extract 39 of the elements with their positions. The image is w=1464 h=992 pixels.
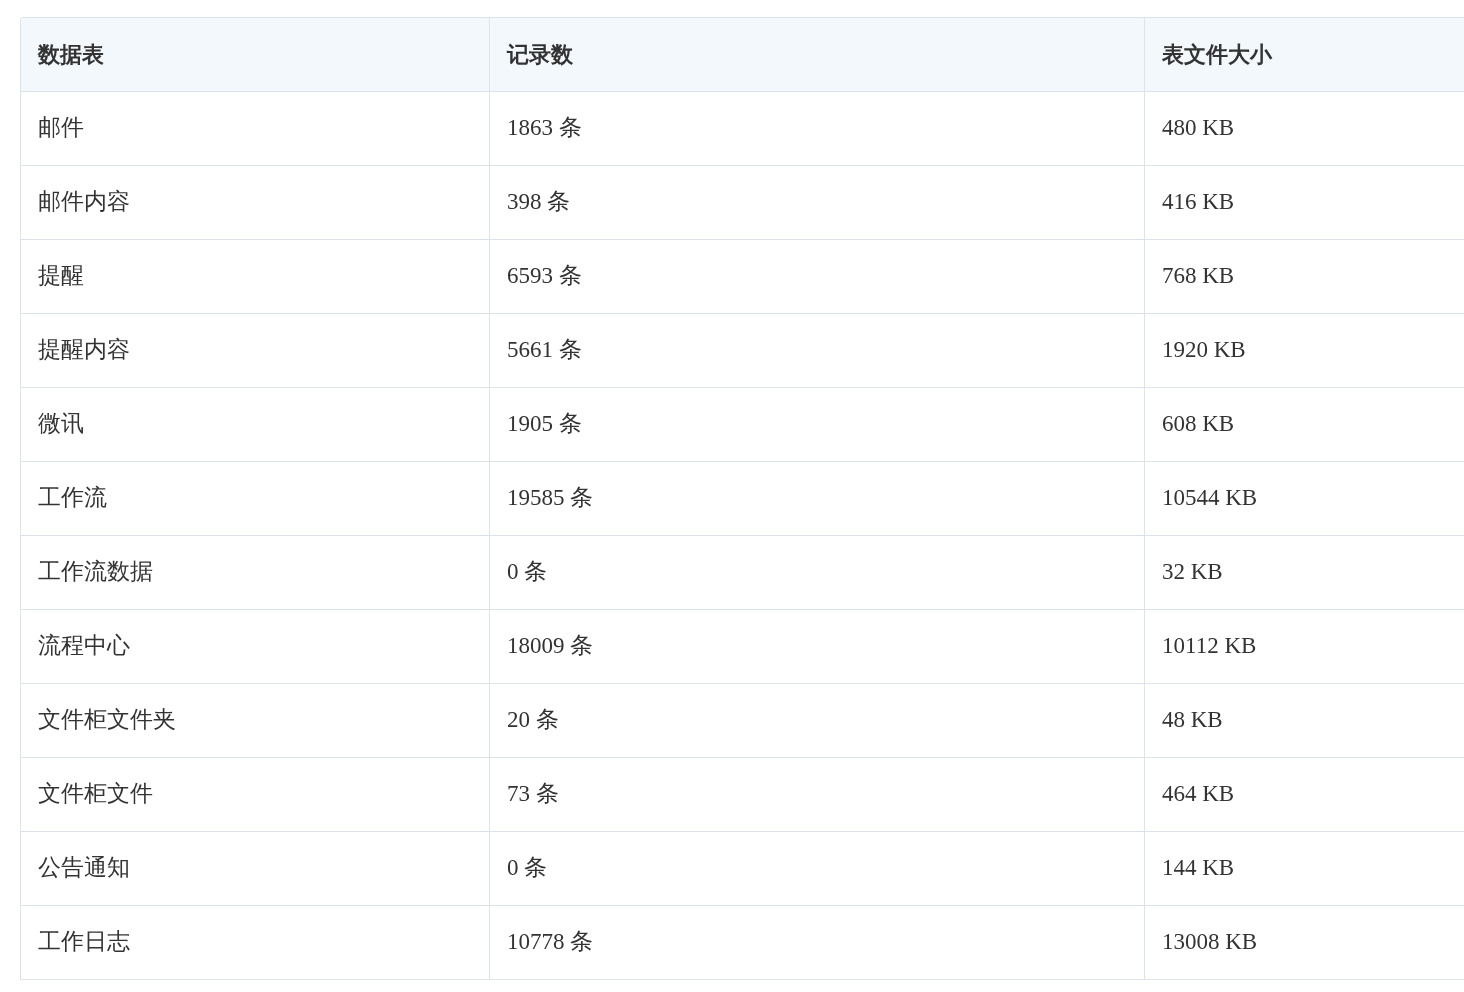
table-cell-text: 邮件内容 [38,188,130,217]
table-cell-text: 文件柜文件 [38,780,153,809]
table-cell-text: 1863 条 [507,114,582,143]
table-cell-text: 微讯 [38,410,84,439]
table-cell-text: 邮件 [38,114,84,143]
table-cell-text: 0 条 [507,558,548,587]
table-cell-text: 608 KB [1162,410,1235,439]
table-cell-text: 32 KB [1162,558,1223,587]
table-cell-text: 工作流数据 [38,558,153,587]
table-cell-text: 1920 KB [1162,336,1246,365]
table-cell-text: 398 条 [507,188,571,217]
table-cell-text: 13008 KB [1162,928,1258,957]
table-cell-text: 工作流 [38,484,107,513]
table-cell-text: 19585 条 [507,484,594,513]
table-cell-text: 10112 KB [1162,632,1257,661]
table-cell-text: 18009 条 [507,632,594,661]
table-cell-text: 流程中心 [38,632,130,661]
table-cell-text: 工作日志 [38,928,130,957]
table-cell-text: 0 条 [507,854,548,883]
column-header: 表文件大小 [1162,41,1272,69]
column-header: 数据表 [38,41,104,69]
table-cell-text: 480 KB [1162,114,1235,143]
table-cell-text: 公告通知 [38,854,130,883]
table-cell-text: 提醒 [38,262,84,291]
table-cell-text: 5661 条 [507,336,582,365]
table-cell-text: 提醒内容 [38,336,130,365]
column-header: 记录数 [507,41,573,69]
table-cell-text: 10778 条 [507,928,594,957]
table-cell-text: 416 KB [1162,188,1235,217]
table-cell-text: 20 条 [507,706,559,735]
table-cell-text: 73 条 [507,780,559,809]
table-cell-text: 1905 条 [507,410,582,439]
table-cell-text: 10544 KB [1162,484,1258,513]
table-cell-text: 48 KB [1162,706,1223,735]
table-cell-text: 768 KB [1162,262,1235,291]
table-cell-text: 464 KB [1162,780,1235,809]
table-cell-text: 6593 条 [507,262,582,291]
table-cell-text: 144 KB [1162,854,1235,883]
table-cell-text: 文件柜文件夹 [38,706,176,735]
